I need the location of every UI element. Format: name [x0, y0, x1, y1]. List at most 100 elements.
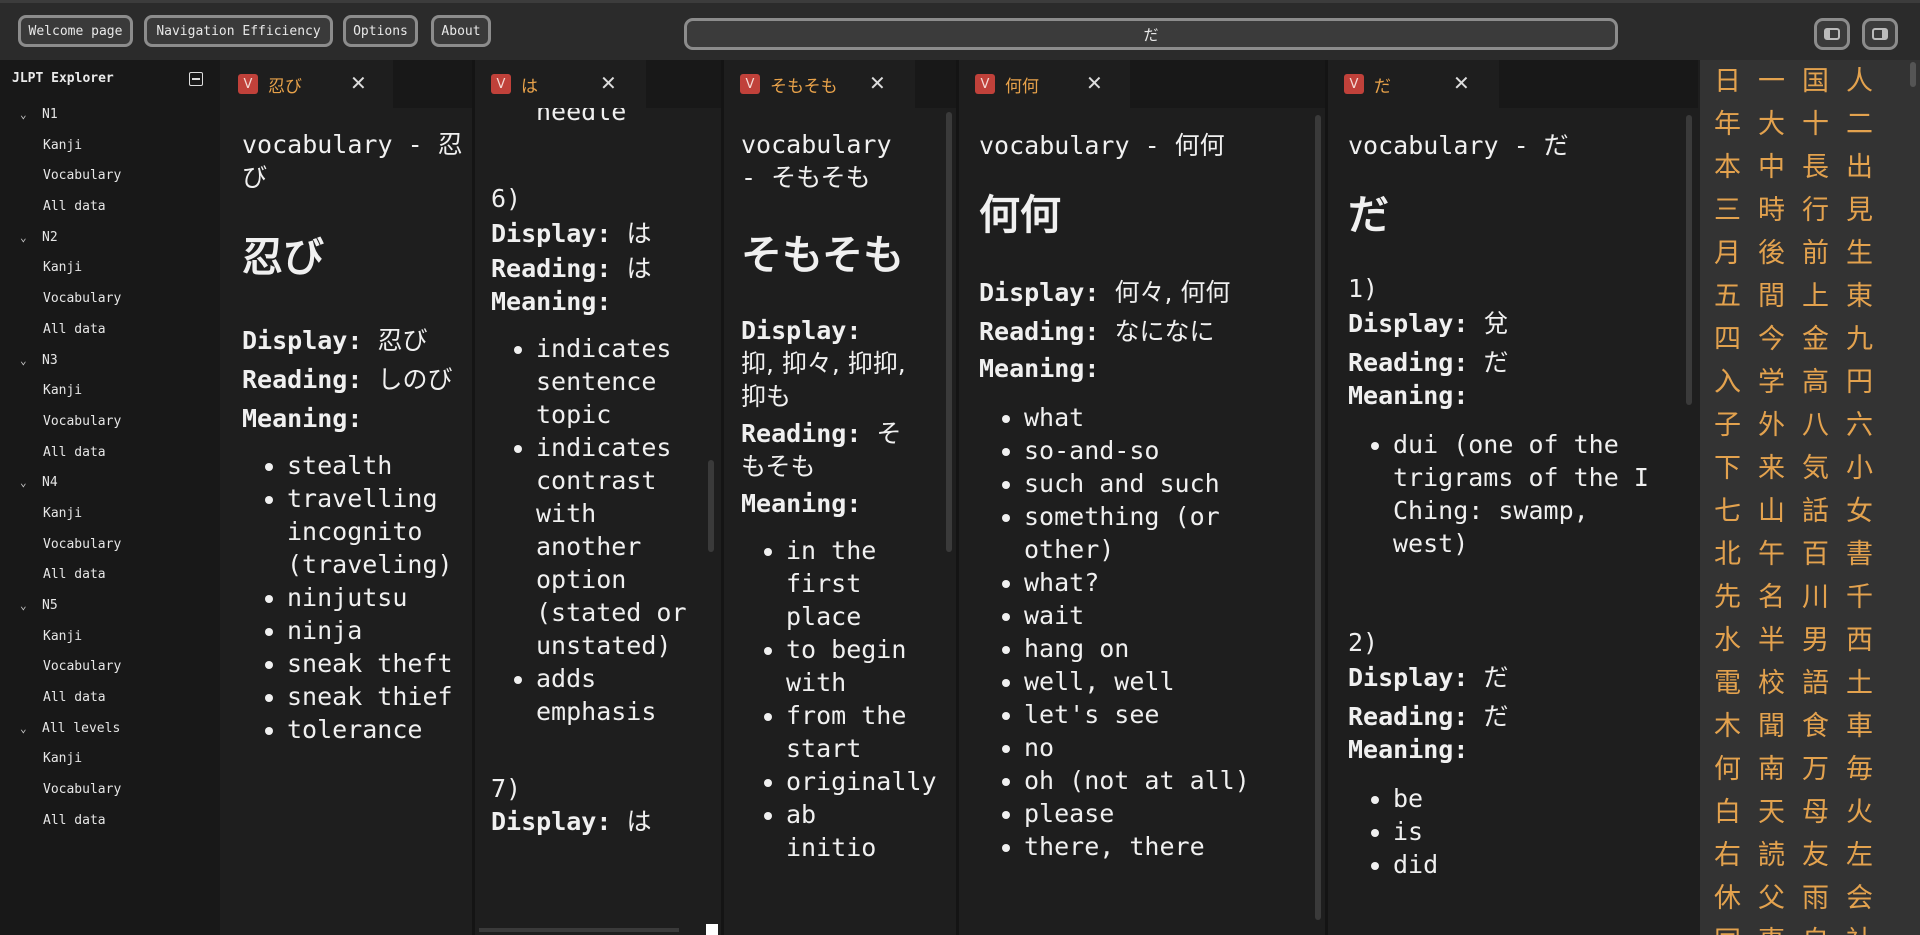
kanji-cell[interactable]: 六 — [1846, 404, 1890, 447]
vertical-scrollbar[interactable] — [1686, 115, 1692, 405]
tree-item-n3-vocabulary[interactable]: Vocabulary — [0, 407, 220, 438]
close-icon[interactable]: ✕ — [869, 71, 886, 95]
tree-group-n4[interactable]: ⌄ N4 — [0, 468, 220, 499]
kanji-cell[interactable]: 三 — [1714, 189, 1758, 232]
kanji-cell[interactable]: 火 — [1846, 791, 1890, 834]
kanji-cell[interactable]: 子 — [1714, 404, 1758, 447]
kanji-cell[interactable]: 万 — [1802, 748, 1846, 791]
tree-item-n4-kanji[interactable]: Kanji — [0, 499, 220, 530]
about-button[interactable]: About — [431, 15, 491, 47]
kanji-cell[interactable]: 九 — [1846, 318, 1890, 361]
kanji-cell[interactable]: 半 — [1758, 619, 1802, 662]
kanji-cell[interactable]: 四 — [1714, 318, 1758, 361]
kanji-cell[interactable]: 金 — [1802, 318, 1846, 361]
kanji-cell[interactable]: 北 — [1714, 533, 1758, 576]
kanji-cell[interactable]: 時 — [1758, 189, 1802, 232]
kanji-cell[interactable]: 山 — [1758, 490, 1802, 533]
kanji-cell[interactable]: 学 — [1758, 361, 1802, 404]
kanji-cell[interactable]: 電 — [1714, 662, 1758, 705]
vertical-scrollbar[interactable] — [1910, 62, 1916, 87]
horizontal-scrollbar[interactable] — [479, 928, 679, 932]
kanji-cell[interactable]: 上 — [1802, 275, 1846, 318]
tree-item-n2-kanji[interactable]: Kanji — [0, 253, 220, 284]
kanji-cell[interactable]: 読 — [1758, 834, 1802, 877]
kanji-cell[interactable]: 土 — [1846, 662, 1890, 705]
tree-item-n2-all-data[interactable]: All data — [0, 315, 220, 346]
tree-item-n3-all-data[interactable]: All data — [0, 438, 220, 469]
tree-item-all-kanji[interactable]: Kanji — [0, 744, 220, 775]
kanji-cell[interactable]: 中 — [1758, 146, 1802, 189]
kanji-cell[interactable]: 事 — [1758, 920, 1802, 935]
tab-da[interactable]: V だ ✕ — [1328, 60, 1499, 108]
kanji-cell[interactable]: 入 — [1714, 361, 1758, 404]
close-icon[interactable]: ✕ — [1453, 71, 1470, 95]
tree-item-all-vocabulary[interactable]: Vocabulary — [0, 775, 220, 806]
kanji-cell[interactable]: 話 — [1802, 490, 1846, 533]
tree-group-n1[interactable]: ⌄ N1 — [0, 100, 220, 131]
kanji-cell[interactable]: 五 — [1714, 275, 1758, 318]
kanji-cell[interactable]: 長 — [1802, 146, 1846, 189]
kanji-cell[interactable]: 川 — [1802, 576, 1846, 619]
kanji-cell[interactable]: 水 — [1714, 619, 1758, 662]
kanji-cell[interactable]: 間 — [1758, 275, 1802, 318]
kanji-cell[interactable]: 左 — [1846, 834, 1890, 877]
kanji-cell[interactable]: 友 — [1802, 834, 1846, 877]
kanji-cell[interactable]: 休 — [1714, 877, 1758, 920]
kanji-cell[interactable]: 生 — [1846, 232, 1890, 275]
kanji-cell[interactable]: 午 — [1758, 533, 1802, 576]
kanji-cell[interactable]: 円 — [1846, 361, 1890, 404]
kanji-cell[interactable]: 南 — [1758, 748, 1802, 791]
kanji-cell[interactable]: 車 — [1846, 705, 1890, 748]
kanji-cell[interactable]: 会 — [1846, 877, 1890, 920]
tree-group-n3[interactable]: ⌄ N3 — [0, 346, 220, 377]
kanji-cell[interactable]: 聞 — [1758, 705, 1802, 748]
tree-item-n5-kanji[interactable]: Kanji — [0, 622, 220, 653]
kanji-cell[interactable]: 同 — [1714, 920, 1758, 935]
pane-content[interactable]: needle 6) Display: は Reading: は Meaning:… — [475, 108, 721, 935]
tab-somosomo[interactable]: V そもそも ✕ — [724, 60, 915, 108]
kanji-cell[interactable]: 何 — [1714, 748, 1758, 791]
close-icon[interactable]: ✕ — [600, 71, 617, 95]
kanji-cell[interactable]: 西 — [1846, 619, 1890, 662]
kanji-cell[interactable]: 気 — [1802, 447, 1846, 490]
kanji-cell[interactable]: 毎 — [1846, 748, 1890, 791]
kanji-cell[interactable]: 白 — [1714, 791, 1758, 834]
pane-content[interactable]: vocabulary - そもそも そもそも Display: 抑, 抑々, 抑抑… — [724, 108, 956, 935]
kanji-cell[interactable]: 人 — [1846, 60, 1890, 103]
tab-shinobi[interactable]: V 忍び ✕ — [222, 60, 393, 108]
kanji-cell[interactable]: 雨 — [1802, 877, 1846, 920]
vertical-scrollbar[interactable] — [708, 460, 714, 552]
tab-naninani[interactable]: V 何何 ✕ — [959, 60, 1130, 108]
kanji-cell[interactable]: 天 — [1758, 791, 1802, 834]
pane-content[interactable]: vocabulary - だ だ 1) Display: 兌 Reading: … — [1328, 108, 1698, 935]
resize-handle[interactable] — [706, 924, 718, 935]
tree-item-n1-kanji[interactable]: Kanji — [0, 131, 220, 162]
toggle-left-panel-button[interactable] — [1814, 18, 1850, 50]
tree-item-n4-vocabulary[interactable]: Vocabulary — [0, 530, 220, 561]
kanji-cell[interactable]: 小 — [1846, 447, 1890, 490]
kanji-cell[interactable]: 今 — [1758, 318, 1802, 361]
kanji-cell[interactable]: 食 — [1802, 705, 1846, 748]
tree-item-n1-all-data[interactable]: All data — [0, 192, 220, 223]
kanji-cell[interactable]: 二 — [1846, 103, 1890, 146]
tree-group-all-levels[interactable]: ⌄ All levels — [0, 714, 220, 745]
kanji-cell[interactable]: 外 — [1758, 404, 1802, 447]
tree-item-n1-vocabulary[interactable]: Vocabulary — [0, 161, 220, 192]
kanji-cell[interactable]: 木 — [1714, 705, 1758, 748]
navigation-efficiency-button[interactable]: Navigation Efficiency — [144, 15, 333, 47]
kanji-cell[interactable]: 出 — [1846, 146, 1890, 189]
tab-ha[interactable]: V は ✕ — [475, 60, 646, 108]
kanji-cell[interactable]: 東 — [1846, 275, 1890, 318]
kanji-cell[interactable]: 自 — [1802, 920, 1846, 935]
collapse-all-icon[interactable] — [189, 72, 203, 86]
tree-item-n2-vocabulary[interactable]: Vocabulary — [0, 284, 220, 315]
kanji-cell[interactable]: 行 — [1802, 189, 1846, 232]
kanji-cell[interactable]: 高 — [1802, 361, 1846, 404]
close-icon[interactable]: ✕ — [1086, 71, 1103, 95]
tree-item-n3-kanji[interactable]: Kanji — [0, 376, 220, 407]
kanji-cell[interactable]: 書 — [1846, 533, 1890, 576]
tree-item-all-all-data[interactable]: All data — [0, 806, 220, 837]
kanji-cell[interactable]: 日 — [1714, 60, 1758, 103]
kanji-cell[interactable]: 本 — [1714, 146, 1758, 189]
search-input[interactable]: だ — [684, 18, 1618, 50]
